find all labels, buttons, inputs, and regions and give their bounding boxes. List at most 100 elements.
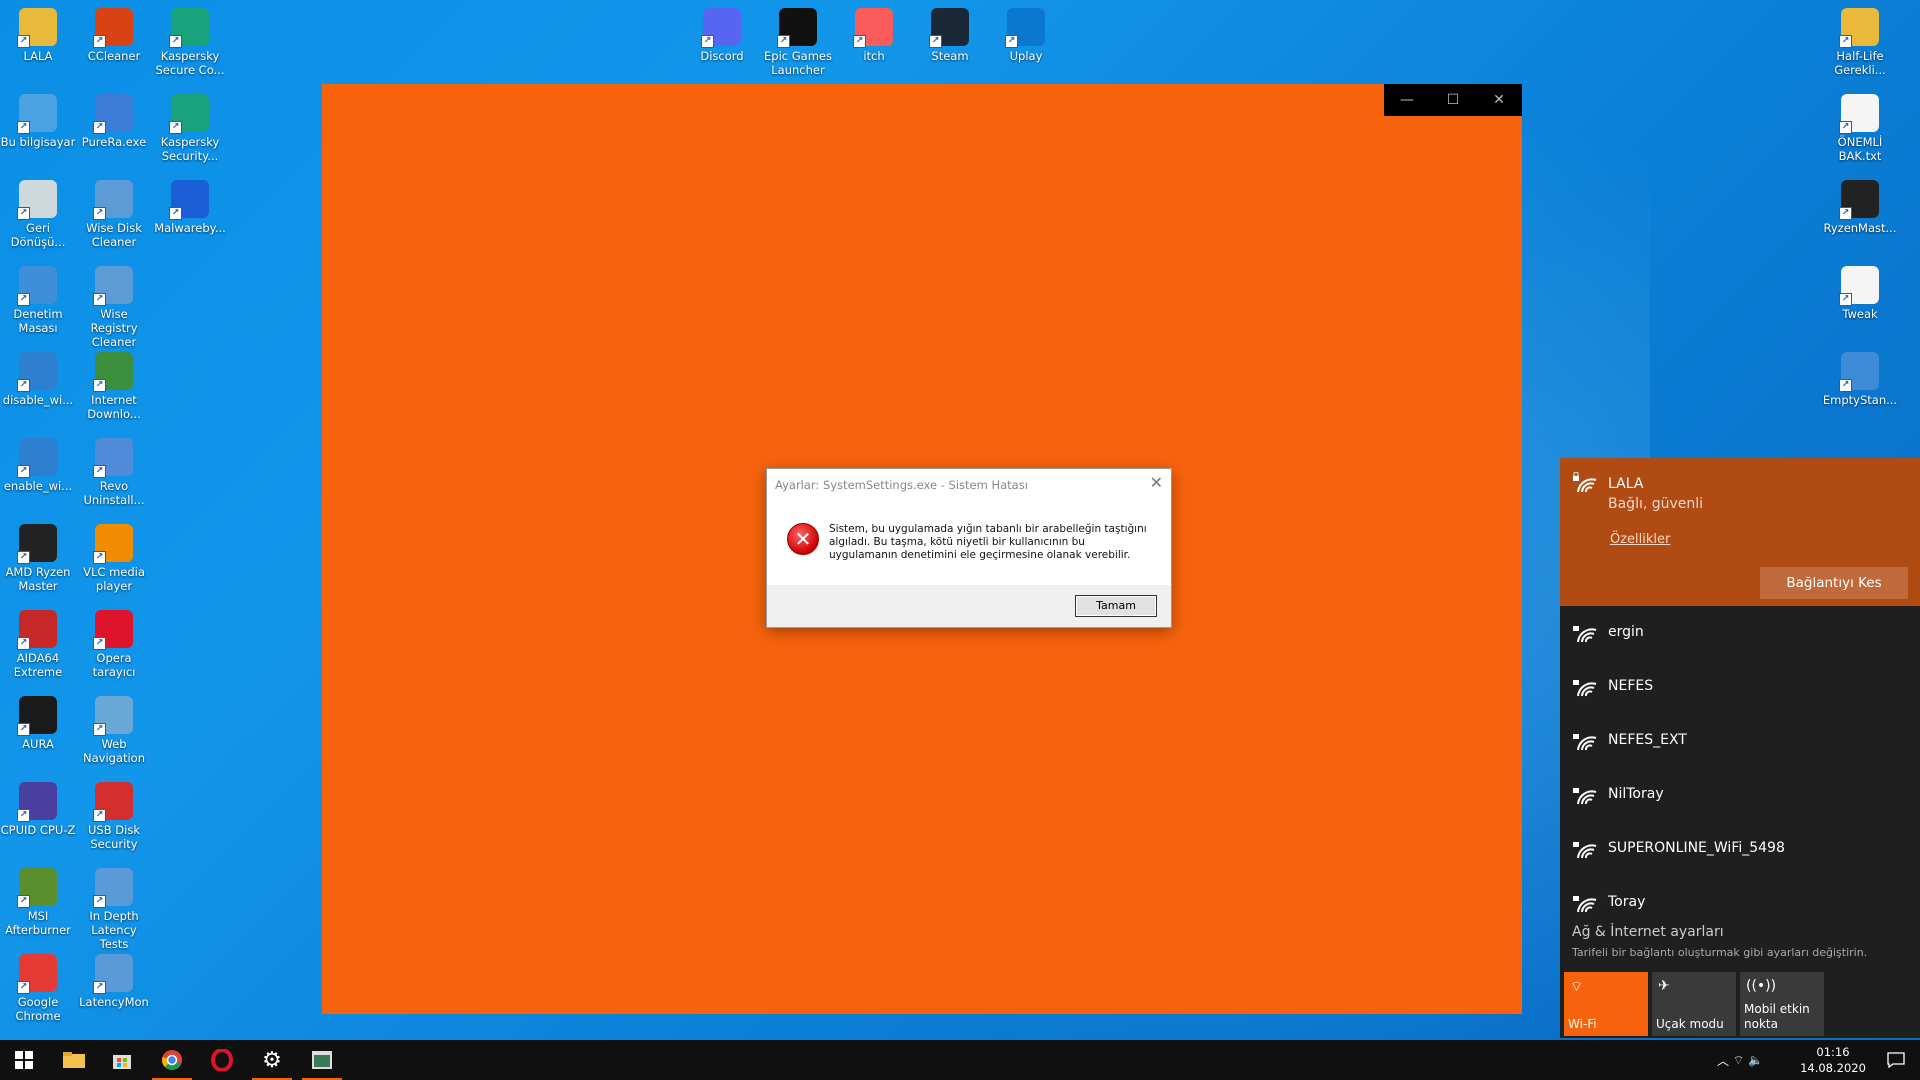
desktop-icon[interactable]: ↗ AURA [0,692,76,751]
desktop-icon[interactable]: ↗ VLC media player [76,520,152,593]
desktop-icon[interactable]: ↗ In Depth Latency Tests [76,864,152,951]
text-file-icon: ↗ [1839,94,1879,134]
desktop-icon[interactable]: ↗ LALA [0,4,76,63]
chrome-taskbar-button[interactable] [148,1040,196,1080]
desktop-icon[interactable]: ↗ Uplay [988,4,1064,63]
file-explorer-button[interactable] [50,1040,98,1080]
shortcut-arrow-icon: ↗ [1839,207,1852,220]
network-list-item[interactable]: NEFES_EXT [1560,716,1920,770]
desktop-icon-label: Malwareby... [154,221,226,235]
ccleaner-icon: ↗ [93,8,133,48]
desktop-icon[interactable]: ↗ Internet Downlo... [76,348,152,421]
ok-button[interactable]: Tamam [1075,595,1157,617]
mobile-hotspot-tile[interactable]: ((•)) Mobil etkin nokta [1740,972,1824,1036]
desktop-icon[interactable]: ↗ Half-Life Gerekli... [1822,4,1898,77]
desktop-icon-label: Kaspersky Security... [160,135,220,163]
desktop-icon[interactable]: ↗ Steam [912,4,988,63]
shortcut-arrow-icon: ↗ [93,293,106,306]
purera-icon: ↗ [93,94,133,134]
desktop-icon-label: Internet Downlo... [87,393,141,421]
connected-network[interactable]: LALA Bağlı, güvenli Özellikler Bağlantıy… [1560,458,1920,606]
desktop-icon[interactable]: ↗ RyzenMast... [1822,176,1898,235]
desktop-icon[interactable]: ↗ Malwareby... [152,176,228,235]
desktop-icon[interactable]: ↗ Discord [684,4,760,63]
desktop-icon-label: Bu bilgisayar [0,135,76,149]
chevron-up-icon[interactable]: ︿ [1717,1052,1729,1069]
desktop-icon[interactable]: ↗ EmptyStan... [1822,348,1898,407]
connected-network-status: Bağlı, güvenli [1608,496,1704,512]
opera-taskbar-button[interactable] [198,1040,246,1080]
shortcut-arrow-icon: ↗ [169,207,182,220]
disconnect-button[interactable]: Bağlantıyı Kes [1760,567,1908,599]
volume-icon[interactable]: 🔈 [1748,1053,1763,1067]
network-tray-icon[interactable]: ⌔ [1733,1053,1744,1068]
folder-icon: ↗ [17,8,57,48]
close-button[interactable]: ✕ [1476,84,1522,116]
desktop-icon[interactable]: ↗ disable_wi... [0,348,76,407]
desktop-icon[interactable]: ↗ Wise Disk Cleaner [76,176,152,249]
desktop-icon[interactable]: ↗ Revo Uninstall... [76,434,152,507]
network-list-item[interactable]: NilToray [1560,770,1920,824]
store-button[interactable] [98,1040,146,1080]
action-center-button[interactable] [1872,1040,1920,1080]
app-taskbar-button[interactable] [298,1040,346,1080]
desktop-icon-label: Geri Dönüşü... [10,221,66,249]
itch-icon: ↗ [853,8,893,48]
desktop-icon-label: Wise Disk Cleaner [86,221,142,249]
desktop-icon[interactable]: ↗ Epic Games Launcher [760,4,836,77]
desktop-icon[interactable]: ↗ MSI Afterburner [0,864,76,937]
desktop-icon-label: AIDA64 Extreme [13,651,63,679]
desktop-icon[interactable]: ↗ Denetim Masası [0,262,76,335]
desktop-icon[interactable]: ↗ Opera tarayıcı [76,606,152,679]
desktop-icon[interactable]: ↗ USB Disk Security [76,778,152,851]
desktop-icon[interactable]: ↗ Web Navigation [76,692,152,765]
wifi-tile-label: Wi-Fi [1568,1017,1597,1031]
minimize-button[interactable]: — [1384,84,1430,116]
wise-disk-cleaner-icon: ↗ [93,180,133,220]
desktop-icon[interactable]: ↗ PureRa.exe [76,90,152,149]
tray-icons[interactable]: ︿ ⌔ 🔈 [1714,1040,1766,1080]
clock[interactable]: 01:16 14.08.2020 [1800,1044,1866,1076]
shortcut-arrow-icon: ↗ [93,895,106,908]
globe-icon: ↗ [93,696,133,736]
desktop-icon-label: enable_wi... [3,479,73,493]
network-list-item[interactable]: SUPERONLINE_WiFi_5498 [1560,824,1920,878]
shortcut-arrow-icon: ↗ [17,895,30,908]
desktop-icon[interactable]: ↗ Kaspersky Secure Co... [152,4,228,77]
dialog-close-icon[interactable]: ✕ [1150,473,1163,492]
desktop-icon[interactable]: ↗ AMD Ryzen Master [0,520,76,593]
wifi-secure-icon [1573,734,1597,751]
desktop-icon[interactable]: ↗ Geri Dönüşü... [0,176,76,249]
desktop-icon[interactable]: ↗ Google Chrome [0,950,76,1023]
window-title-bar: — ☐ ✕ [1384,84,1522,116]
shortcut-arrow-icon: ↗ [1839,121,1852,134]
desktop-icon[interactable]: ↗ LatencyMon [76,950,152,1009]
wifi-tile[interactable]: ⌔ Wi-Fi [1564,972,1648,1036]
desktop-icon[interactable]: ↗ itch [836,4,912,63]
shortcut-arrow-icon: ↗ [17,723,30,736]
settings-taskbar-button[interactable]: ⚙ [248,1040,296,1080]
maximize-button[interactable]: ☐ [1430,84,1476,116]
airplane-mode-tile[interactable]: ✈ Uçak modu [1652,972,1736,1036]
network-name: Toray [1608,894,1646,910]
uplay-icon: ↗ [1005,8,1045,48]
network-settings-link[interactable]: Ağ & İnternet ayarları [1572,924,1724,940]
chrome-icon [162,1050,182,1070]
desktop-icon[interactable]: ↗ Wise Registry Cleaner [76,262,152,349]
desktop-icon[interactable]: ↗ Tweak [1822,262,1898,321]
wifi-secure-icon [1573,680,1597,697]
desktop-icon[interactable]: ↗ CCleaner [76,4,152,63]
desktop-icon[interactable]: ↗ enable_wi... [0,434,76,493]
desktop-icon[interactable]: ↗ Kaspersky Security... [152,90,228,163]
desktop-icon[interactable]: ↗ Bu bilgisayar [0,90,76,149]
properties-link[interactable]: Özellikler [1610,532,1670,547]
desktop-icon[interactable]: ↗ AIDA64 Extreme [0,606,76,679]
network-list-item[interactable]: NEFES [1560,662,1920,716]
desktop-icon[interactable]: ↗ CPUID CPU-Z [0,778,76,837]
start-button[interactable] [0,1040,48,1080]
script-icon: ↗ [17,352,57,392]
document-icon: ↗ [1839,266,1879,306]
network-list-item[interactable]: ergin [1560,608,1920,662]
desktop-icon[interactable]: ↗ ÖNEMLİ BAK.txt [1822,90,1898,163]
aura-icon: ↗ [17,696,57,736]
